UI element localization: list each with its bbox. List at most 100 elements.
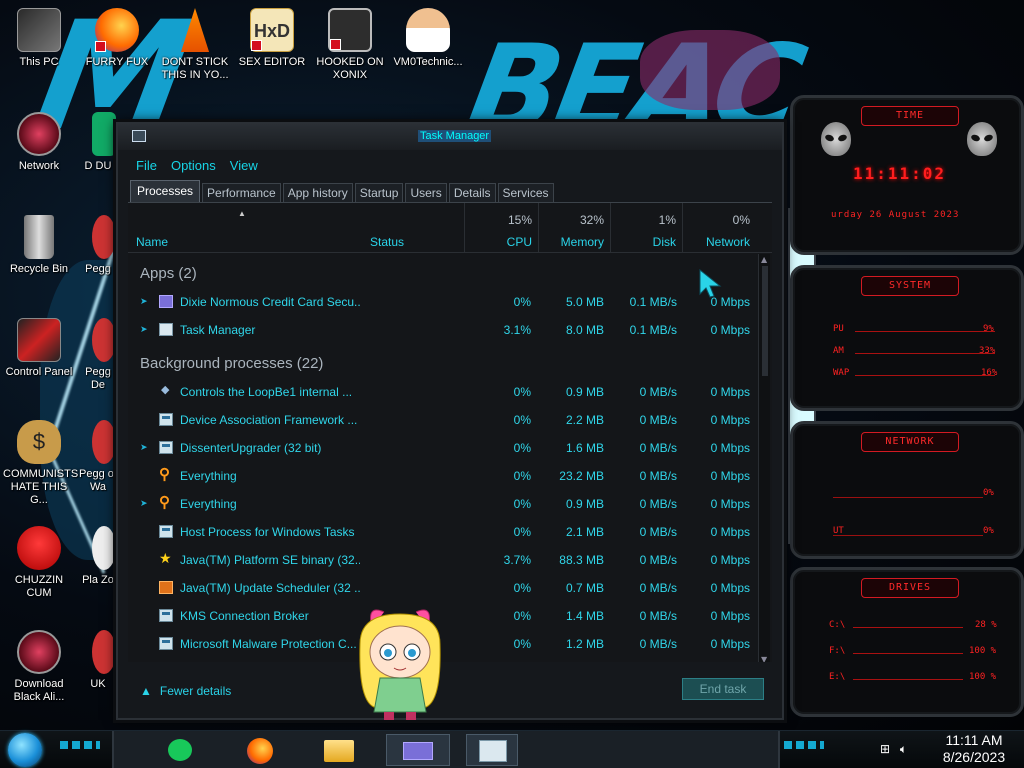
task-manager-window[interactable]: Task Manager File Options View Processes… — [116, 122, 784, 720]
desktop-icon-label: UK — [90, 678, 106, 690]
process-row[interactable]: ➤ Everything 0% 0.9 MB 0 MB/s 0 Mbps — [128, 490, 756, 518]
window-titlebar[interactable]: Task Manager — [118, 124, 782, 150]
column-network[interactable]: 0% Network — [682, 203, 756, 253]
system-gadget: SYSTEM PU 9% AM 33% WAP 16% — [790, 265, 1024, 411]
process-disk: 0 MB/s — [639, 413, 677, 427]
menu-options[interactable]: Options — [171, 158, 216, 173]
process-disk: 0 MB/s — [639, 525, 677, 539]
process-group-header[interactable]: Background processes (22) — [128, 350, 756, 378]
sort-up-icon: ▲ — [238, 209, 246, 218]
drive-value: 28 % — [975, 620, 997, 630]
money-bag-icon: $ — [17, 420, 61, 464]
process-memory: 8.0 MB — [565, 323, 604, 337]
taskbar-task-manager-button[interactable] — [466, 734, 518, 766]
desktop-icon-this-pc[interactable]: This PC — [3, 8, 75, 69]
taskbar-credit-card-app-button[interactable] — [386, 734, 450, 766]
desktop-icon-dont-stick[interactable]: DONT STICK THIS IN YO... — [159, 8, 231, 82]
desktop-icon-partial[interactable]: D DU — [78, 112, 118, 173]
process-row[interactable]: ➤ Task Manager 3.1% 8.0 MB 0.1 MB/s 0 Mbps — [128, 316, 756, 344]
process-row[interactable]: Java(TM) Platform SE binary (32... 3.7% 88… — [128, 546, 756, 574]
process-network: 0 Mbps — [710, 413, 750, 427]
column-status[interactable]: Status — [360, 203, 464, 253]
tab-processes[interactable]: Processes — [130, 180, 201, 202]
process-row[interactable]: Device Association Framework ... 0% 2.2 MB… — [128, 406, 756, 434]
column-status-label: Status — [370, 235, 405, 249]
desktop-icon-partial[interactable]: UK — [78, 630, 118, 691]
desktop-icon-download-black-ali[interactable]: Download Black Ali... — [3, 630, 75, 704]
expand-chevron-icon[interactable]: ➤ — [140, 324, 148, 335]
tab-users[interactable]: Users — [405, 183, 447, 202]
expand-chevron-icon[interactable]: ➤ — [140, 498, 148, 509]
desktop-icon-control-panel[interactable]: Control Panel — [3, 318, 75, 379]
network-value: 0% — [983, 526, 994, 536]
system-label: AM — [833, 346, 844, 356]
desktop-icon-partial[interactable]: Pegg De — [78, 318, 118, 392]
desktop-icon-recycle-bin[interactable]: Recycle Bin — [3, 215, 75, 276]
process-network: 0 Mbps — [710, 581, 750, 595]
taskbar-whatsapp-button[interactable] — [156, 734, 204, 766]
process-network: 0 Mbps — [710, 553, 750, 567]
column-disk[interactable]: 1% Disk — [610, 203, 682, 253]
process-cpu: 0% — [513, 469, 531, 483]
gadget-header-drives: DRIVES — [861, 578, 959, 598]
process-star-icon — [159, 550, 173, 567]
desktop-icon-hooked-on-xonix[interactable]: HOOKED ON XONIX — [314, 8, 386, 82]
process-group-header[interactable]: Apps (2) — [128, 260, 756, 288]
column-name[interactable]: ▲ Name — [128, 203, 354, 253]
desktop-icon-label: This PC — [19, 56, 59, 68]
folder-icon — [324, 740, 354, 762]
rainmeter-gadgets: TIME 11:11:02 urday 26 August 2023 SYSTE… — [790, 95, 1024, 720]
process-row[interactable]: ➤ DissenterUpgrader (32 bit) 0% 1.6 MB 0 MB/… — [128, 434, 756, 462]
process-row[interactable]: Everything 0% 23.2 MB 0 MB/s 0 Mbps — [128, 462, 756, 490]
volume-icon[interactable]: 🔈︎ — [900, 742, 907, 756]
column-memory[interactable]: 32% Memory — [538, 203, 610, 253]
network-graph-in — [833, 478, 983, 498]
peggle-icon — [92, 215, 116, 259]
desktop-icon-network[interactable]: Network — [3, 112, 75, 173]
end-task-button[interactable]: End task — [682, 678, 764, 700]
taskbar-firefox-button[interactable] — [236, 734, 284, 766]
recycle-bin-icon — [24, 215, 54, 259]
tab-services[interactable]: Services — [497, 183, 554, 202]
column-cpu[interactable]: 15% CPU — [464, 203, 538, 253]
menu-view[interactable]: View — [230, 158, 258, 173]
tab-performance[interactable]: Performance — [202, 183, 281, 202]
expand-chevron-icon[interactable]: ➤ — [140, 296, 148, 307]
expand-chevron-icon[interactable]: ➤ — [140, 442, 148, 453]
scroll-up-icon[interactable]: ▲ — [761, 255, 767, 264]
process-row[interactable]: Controls the LoopBe1 internal ... 0% 0.9 M… — [128, 378, 756, 406]
process-name: Microsoft Malware Protection C... — [180, 637, 357, 651]
process-cpu: 0% — [513, 497, 531, 511]
process-cpu: 0% — [513, 525, 531, 539]
desktop-icon-vm0technic[interactable]: VM0Technic... — [392, 8, 464, 69]
process-network: 0 Mbps — [710, 441, 750, 455]
desktop-icon-partial[interactable]: Pla Zo — [78, 526, 118, 587]
taskbar-clock[interactable]: 11:11 AM 8/26/2023 — [930, 732, 1018, 766]
system-meter-line — [855, 375, 995, 376]
desktop-icon-sex-editor[interactable]: HxD SEX EDITOR — [236, 8, 308, 69]
taskbar-file-explorer-button[interactable] — [314, 734, 362, 766]
tab-details[interactable]: Details — [448, 183, 496, 202]
desktop-icon-partial[interactable]: Pegg of Wa — [78, 420, 118, 494]
desktop-icon-communists[interactable]: $ COMMUNISTS HATE THIS G... — [3, 420, 78, 507]
menu-file[interactable]: File — [136, 158, 157, 173]
desktop-icon-partial[interactable]: Pegg — [78, 215, 118, 276]
cpu-total-percent: 15% — [507, 213, 532, 227]
process-row[interactable]: Host Process for Windows Tasks 0% 2.1 MB 0 … — [128, 518, 756, 546]
process-list-scrollbar[interactable]: ▲ ▼ — [758, 254, 770, 665]
fewer-details-link[interactable]: ▲ Fewer details — [140, 684, 231, 698]
tab-startup[interactable]: Startup — [354, 183, 404, 202]
tab-app-history[interactable]: App history — [282, 183, 353, 202]
wallpaper-figure-2 — [640, 30, 780, 110]
drive-label: F:\ — [829, 646, 846, 656]
desktop-icon-furry-fux[interactable]: FURRY FUX — [81, 8, 153, 69]
tab-strip: Processes Performance App history Startu… — [130, 180, 782, 202]
desktop-icon-chuzzin[interactable]: CHUZZIN CUM — [3, 526, 75, 600]
scrollbar-thumb[interactable] — [762, 266, 768, 376]
network-tray-icon[interactable]: ⊞ — [880, 742, 890, 756]
start-button[interactable] — [8, 733, 42, 767]
taskbar-app-area — [112, 731, 780, 768]
process-box-icon — [159, 441, 173, 454]
process-row[interactable]: ➤ Dixie Normous Credit Card Secu... 0% 5.0 … — [128, 288, 756, 316]
process-row[interactable]: Java(TM) Update Scheduler (32 ... 0% 0.7 M… — [128, 574, 756, 602]
